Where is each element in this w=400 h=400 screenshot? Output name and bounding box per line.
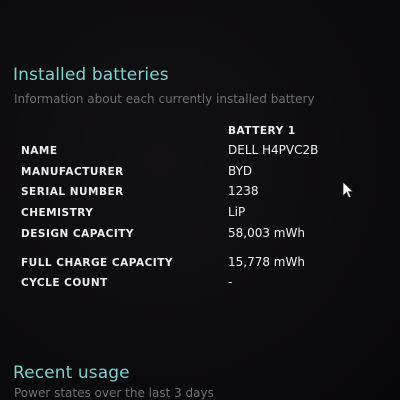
row-label-chemistry: CHEMISTRY bbox=[21, 207, 94, 219]
row-value-chemistry: LiP bbox=[228, 205, 246, 219]
row-value-name: DELL H4PVC2B bbox=[228, 143, 319, 157]
row-value-design-capacity: 58,003 mWh bbox=[228, 226, 305, 240]
row-value-full-charge-capacity: 15,778 mWh bbox=[228, 255, 305, 269]
row-label-manufacturer: MANUFACTURER bbox=[21, 166, 124, 178]
battery-column-header: BATTERY 1 bbox=[228, 125, 296, 137]
row-value-cycle-count: - bbox=[228, 275, 233, 289]
recent-usage-title: Recent usage bbox=[13, 363, 130, 383]
row-value-manufacturer: BYD bbox=[228, 164, 253, 178]
row-label-design-capacity: DESIGN CAPACITY bbox=[21, 228, 134, 240]
row-value-serial-number: 1238 bbox=[228, 184, 259, 198]
row-label-full-charge-capacity: FULL CHARGE CAPACITY bbox=[21, 257, 173, 269]
installed-batteries-subtitle: Information about each currently install… bbox=[14, 92, 315, 106]
installed-batteries-title: Installed batteries bbox=[13, 65, 169, 85]
row-label-cycle-count: CYCLE COUNT bbox=[21, 277, 108, 289]
row-label-name: NAME bbox=[21, 145, 58, 157]
mouse-pointer-icon bbox=[342, 181, 354, 199]
recent-usage-subtitle: Power states over the last 3 days bbox=[14, 386, 214, 400]
row-label-serial-number: SERIAL NUMBER bbox=[21, 186, 124, 198]
battery-report-page: Installed batteries Information about ea… bbox=[0, 0, 400, 400]
